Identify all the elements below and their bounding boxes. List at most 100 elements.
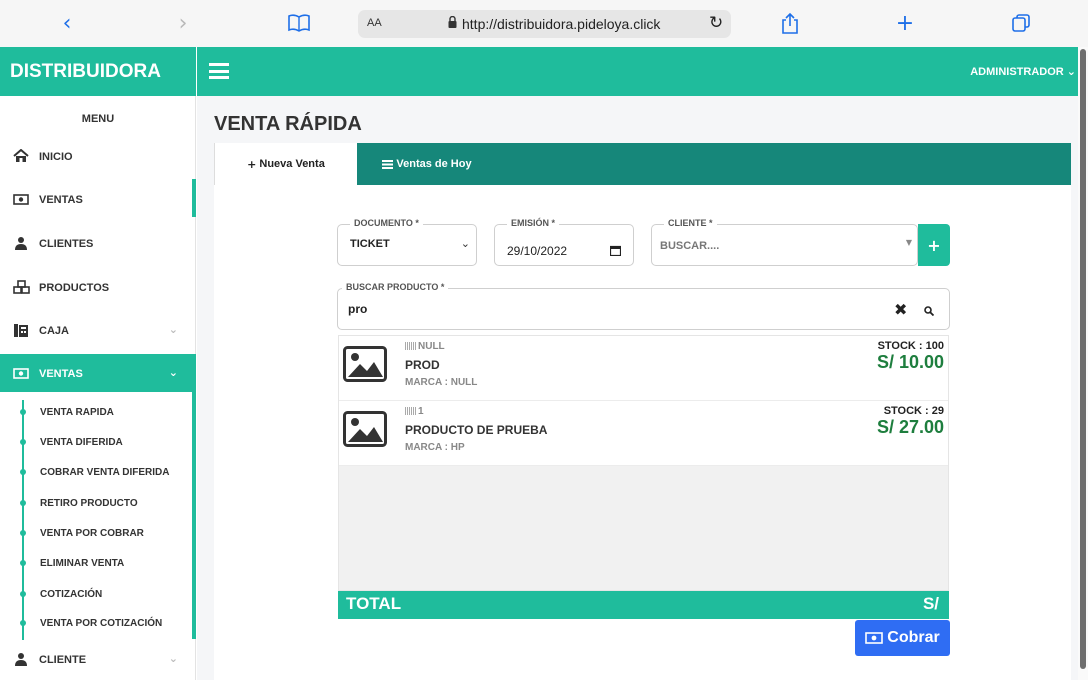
bullet-icon [20, 469, 26, 475]
plus-icon: + [247, 157, 257, 171]
sidebar: MENU INICIO VENTAS CLIENTES PRODUCTOS CA… [0, 96, 196, 680]
submenu-label: ELIMINAR VENTA [40, 558, 125, 569]
bullet-icon [20, 439, 26, 445]
user-icon [15, 237, 27, 250]
emision-value: 29/10/2022 [507, 244, 568, 258]
product-results-list: NULL PROD MARCA : NULL STOCK : 100 S/ 10… [338, 335, 949, 591]
add-client-button[interactable]: + [918, 224, 950, 266]
submenu-label: RETIRO PRODUCTO [40, 498, 138, 509]
sidebar-item-label: INICIO [39, 151, 73, 163]
sidebar-item-label: PRODUCTOS [39, 282, 110, 294]
submenu-venta-diferida[interactable]: VENTA DIFERIDA [0, 428, 196, 456]
bullet-icon [20, 591, 26, 597]
sidebar-item-label: CLIENTES [39, 238, 94, 250]
field-label: EMISIÓN * [507, 218, 560, 228]
cobrar-label: Cobrar [887, 629, 940, 646]
cliente-select[interactable]: CLIENTE * BUSCAR.... ▼ [651, 218, 918, 266]
sidebar-item-cliente[interactable]: CLIENTE ⌄ [0, 640, 196, 678]
submenu-cotizacion[interactable]: COTIZACIÓN [0, 580, 196, 608]
total-label: TOTAL [346, 594, 402, 613]
submenu-label: COTIZACIÓN [40, 589, 103, 600]
cliente-placeholder: BUSCAR.... [660, 240, 720, 252]
documento-select[interactable]: DOCUMENTO * TICKET ⌄ [337, 218, 477, 266]
sidebar-item-label: VENTAS [39, 194, 83, 206]
product-code: NULL [405, 341, 445, 352]
buscar-producto-field[interactable]: BUSCAR PRODUCTO * pro ✖ [337, 282, 950, 330]
product-brand: MARCA : HP [405, 442, 465, 453]
product-stock: STOCK : 100 [877, 340, 944, 352]
documento-value: TICKET [350, 238, 390, 250]
product-brand: MARCA : NULL [405, 377, 478, 388]
url-text: http://distribuidora.pideloya.click [462, 16, 661, 32]
submenu-label: VENTA POR COBRAR [40, 528, 144, 539]
sidebar-item-caja[interactable]: CAJA ⌄ [0, 311, 196, 349]
tabs-icon[interactable] [1006, 8, 1036, 38]
product-row[interactable]: 1 PRODUCTO DE PRUEBA MARCA : HP STOCK : … [339, 401, 948, 466]
user-menu[interactable]: ADMINISTRADOR ⌄ [970, 65, 1076, 78]
reload-icon[interactable]: ↻ [709, 13, 723, 33]
submenu-venta-por-cotizacion[interactable]: VENTA POR COTIZACIÓN [0, 609, 196, 637]
product-price: S/ 27.00 [876, 417, 944, 437]
barcode-icon [405, 342, 416, 350]
submenu-venta-por-cobrar[interactable]: VENTA POR COBRAR [0, 519, 196, 547]
scrollbar-thumb[interactable] [1080, 49, 1086, 669]
caret-down-icon: ▼ [905, 238, 912, 247]
barcode-icon [405, 407, 416, 415]
submenu-label: VENTA DIFERIDA [40, 437, 123, 448]
chevron-down-icon: ⌄ [1066, 65, 1076, 78]
text-size-button[interactable]: AA [367, 17, 382, 29]
sidebar-item-label: VENTAS [39, 368, 83, 380]
top-navbar: ADMINISTRADOR ⌄ [197, 47, 1088, 96]
submenu-cobrar-venta-diferida[interactable]: COBRAR VENTA DIFERIDA [0, 458, 196, 486]
back-icon[interactable]: ‹ [52, 8, 82, 38]
product-name: PRODUCTO DE PRUEBA [405, 423, 548, 437]
page-title: VENTA RÁPIDA [214, 113, 362, 135]
list-icon [382, 159, 394, 169]
product-code-text: 1 [418, 406, 424, 417]
tab-label: Ventas de Hoy [396, 158, 472, 170]
new-tab-icon[interactable]: + [890, 8, 920, 38]
menu-title: MENU [81, 113, 115, 125]
bullet-icon [20, 500, 26, 506]
clear-icon[interactable]: ✖ [894, 300, 907, 319]
search-input-value[interactable]: pro [348, 302, 367, 316]
tab-ventas-de-hoy[interactable]: Ventas de Hoy [357, 143, 497, 185]
user-name: ADMINISTRADOR [970, 66, 1064, 78]
bookmarks-icon[interactable] [284, 8, 314, 38]
sidebar-item-ventas-menu[interactable]: VENTAS ⌄ [0, 354, 196, 392]
share-icon[interactable] [775, 8, 805, 38]
sidebar-item-productos[interactable]: PRODUCTOS [0, 268, 196, 306]
product-row[interactable]: NULL PROD MARCA : NULL STOCK : 100 S/ 10… [339, 336, 948, 401]
page-scrollbar[interactable] [1078, 47, 1088, 680]
home-icon [13, 149, 29, 162]
product-name: PROD [405, 358, 440, 372]
forward-icon[interactable]: › [168, 8, 198, 38]
sidebar-item-inicio[interactable]: INICIO [0, 137, 196, 175]
field-label: DOCUMENTO * [350, 218, 423, 228]
calendar-icon[interactable] [610, 245, 621, 256]
plus-icon: + [927, 235, 941, 255]
tab-label: Nueva Venta [259, 158, 325, 170]
chevron-down-icon: ⌄ [168, 652, 178, 665]
submenu-eliminar-venta[interactable]: ELIMINAR VENTA [0, 549, 196, 577]
address-bar[interactable]: AA http://distribuidora.pideloya.click ↻ [358, 10, 731, 38]
calculator-icon [14, 324, 28, 337]
submenu-retiro-producto[interactable]: RETIRO PRODUCTO [0, 489, 196, 517]
tab-nueva-venta[interactable]: + Nueva Venta [214, 143, 357, 185]
total-value: S/ [922, 594, 939, 613]
submenu-label: COBRAR VENTA DIFERIDA [40, 467, 170, 478]
submenu-label: VENTA POR COTIZACIÓN [40, 618, 163, 629]
submenu-venta-rapida[interactable]: VENTA RAPIDA [0, 398, 196, 426]
sidebar-item-label: CAJA [39, 325, 69, 337]
sidebar-item-clientes[interactable]: CLIENTES [0, 224, 196, 262]
brand-logo[interactable]: DISTRIBUIDORA [0, 47, 196, 96]
submenu-label: VENTA RAPIDA [40, 407, 114, 418]
emision-date-field[interactable]: EMISIÓN * 29/10/2022 [494, 218, 634, 266]
search-icon[interactable] [924, 306, 934, 316]
image-placeholder-icon [343, 411, 387, 447]
browser-toolbar: ‹ › AA http://distribuidora.pideloya.cli… [0, 0, 1088, 47]
cobrar-button[interactable]: Cobrar [855, 620, 950, 656]
bullet-icon [20, 409, 26, 415]
sidebar-item-ventas[interactable]: VENTAS [0, 180, 196, 218]
hamburger-menu-icon[interactable] [209, 63, 229, 79]
